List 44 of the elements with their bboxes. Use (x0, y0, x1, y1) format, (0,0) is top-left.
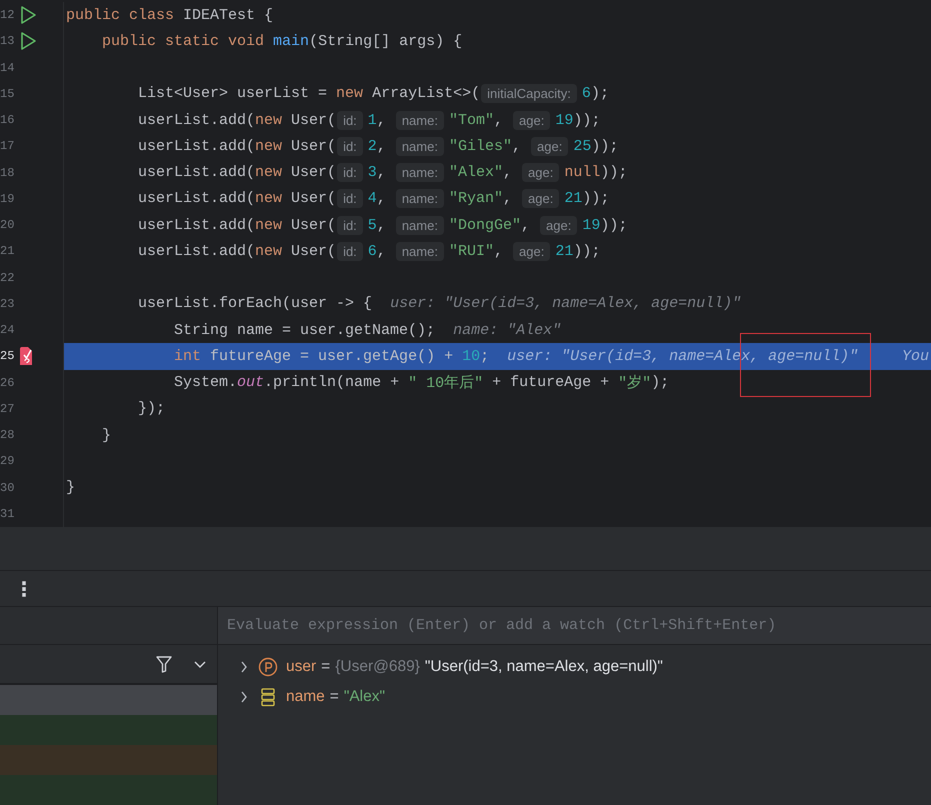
line-number: 26 (0, 376, 16, 390)
line-number: 23 (0, 296, 16, 311)
line-number: 25 (0, 349, 16, 364)
code-line: userList.forEach(user -> { user: "User(id=3, name=Alex, age=null)" (137, 294, 742, 314)
line-number: 13 (0, 34, 16, 48)
line-number: 16 (0, 113, 16, 128)
line-number: 28 (0, 428, 16, 442)
line-number: 19 (0, 192, 16, 206)
code-line: userList.add(new User( id: 6, name: "RUI", age: 21)); (137, 240, 602, 263)
more-button[interactable]: ⋮ (10, 576, 38, 601)
breakpoint-icon[interactable] (19, 346, 33, 366)
code-line: userList.add(new User( id: 4, name: "Ryan", age: 21)); (137, 188, 610, 210)
code-line: userList.add(new User( id: 5, name: "DongGe", age: 19)); (137, 214, 628, 237)
code-line: public class IDEATest { (65, 6, 274, 26)
line-number: 20 (0, 218, 16, 232)
code-line: userList.add(new User( id: 3, name: "Alex", age: null)); (137, 162, 628, 184)
code-line: } (65, 478, 76, 498)
parameter-icon (258, 657, 278, 677)
line-number: 30 (0, 480, 16, 495)
line-number: 15 (0, 86, 16, 101)
variable-entry[interactable]: name = "Alex" (286, 688, 386, 706)
code-line: public static void main(String[] args) { (101, 32, 464, 52)
code-line: System.out.println(name + " 10年后" + futureAge + "岁"); (173, 373, 670, 394)
code-line: } (101, 426, 112, 446)
run-icon[interactable] (19, 31, 37, 52)
line-number: 18 (0, 166, 16, 180)
code-line: userList.add(new User( id: 1, name: "Tom", age: 19)); (137, 110, 602, 132)
line-number: 29 (0, 454, 16, 468)
line-number: 14 (0, 60, 16, 75)
line-number: 22 (0, 270, 16, 285)
filter-icon[interactable] (155, 654, 173, 674)
code-line: }); (137, 399, 166, 420)
run-icon[interactable] (19, 5, 37, 26)
line-number: 21 (0, 244, 16, 258)
variable-entry[interactable]: user = {User@689} "User(id=3, name=Alex, age=null)" (286, 658, 663, 676)
line-number: 27 (0, 402, 16, 416)
line-number: 12 (0, 8, 16, 22)
line-number: 17 (0, 139, 16, 154)
code-line: String name = user.getName(); name: "Alex" (173, 320, 562, 341)
line-number: 24 (0, 323, 16, 338)
code-line: userList.add(new User( id: 2, name: "Giles", age: 25)); (137, 136, 620, 158)
code-line: List<User> userList = new ArrayList<>( initialCapacity: 6); (137, 83, 610, 106)
line-number: 31 (0, 506, 16, 521)
evaluate-field[interactable]: Evaluate expression (Enter) or add a watch (Ctrl+Shift+Enter) (218, 607, 931, 644)
